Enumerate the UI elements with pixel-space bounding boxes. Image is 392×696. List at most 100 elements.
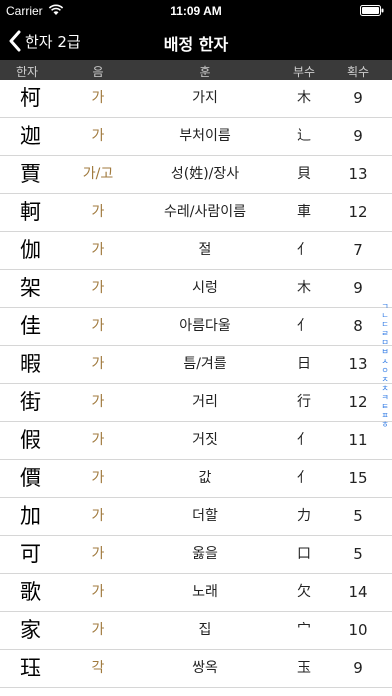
cell-busu: 欠 — [297, 584, 311, 600]
cell-hun: 성(姓)/장사 — [170, 166, 240, 182]
cell-busu: 亻 — [297, 432, 311, 448]
cell-busu: 玉 — [297, 660, 311, 676]
cell-hun: 집 — [198, 622, 212, 638]
cell-busu: 亻 — [297, 318, 311, 334]
status-bar: Carrier 11:09 AM — [0, 0, 392, 22]
cell-hanja: 假 — [20, 428, 41, 452]
cell-hanja: 佳 — [20, 314, 41, 338]
cell-hun: 수레/사람이름 — [164, 204, 246, 220]
cell-eum: 가 — [91, 242, 105, 258]
hanja-list: 柯 가 가지 木 9 迦 가 부처이름 辶 9 賈 가/고 성(姓)/장사 貝 13 軻 가 수레/사람이름 車 12… — [0, 80, 392, 688]
table-row[interactable]: 家 가 집 宀 10 — [0, 612, 392, 650]
cell-hoek: 9 — [353, 127, 363, 145]
cell-hoek: 14 — [348, 583, 368, 601]
cell-eum: 가 — [91, 128, 105, 144]
cell-hoek: 12 — [348, 203, 368, 221]
cell-hanja: 街 — [20, 390, 41, 414]
cell-hoek: 10 — [348, 621, 368, 639]
cell-eum: 가 — [91, 318, 105, 334]
index-letter[interactable]: ㅊ — [381, 384, 388, 393]
cell-eum: 가 — [91, 90, 105, 106]
header-hanja: 한자 — [15, 65, 39, 79]
cell-hoek: 11 — [348, 431, 368, 449]
cell-hun: 더할 — [192, 508, 218, 524]
index-letter[interactable]: ㅋ — [381, 393, 388, 402]
header-hun: 훈 — [199, 65, 211, 79]
table-row[interactable]: 架 가 시렁 木 9 — [0, 270, 392, 308]
table-row[interactable]: 珏 각 쌍옥 玉 9 — [0, 650, 392, 688]
cell-eum: 각 — [91, 660, 105, 676]
table-row[interactable]: 賈 가/고 성(姓)/장사 貝 13 — [0, 156, 392, 194]
header-hoek: 획수 — [346, 65, 370, 79]
table-row[interactable]: 迦 가 부처이름 辶 9 — [0, 118, 392, 156]
section-index-bar[interactable]: ㄱㄴㄷㄹㅁㅂㅅㅇㅈㅊㅋㅌㅍㅎ — [379, 302, 391, 429]
cell-hoek: 9 — [353, 659, 363, 677]
header-busu: 부수 — [292, 65, 316, 79]
table-row[interactable]: 暇 가 틈/겨를 日 13 — [0, 346, 392, 384]
table-row[interactable]: 柯 가 가지 木 9 — [0, 80, 392, 118]
cell-hoek: 13 — [348, 165, 368, 183]
cell-eum: 가 — [91, 432, 105, 448]
cell-hun: 값 — [198, 470, 212, 486]
cell-hanja: 架 — [20, 276, 41, 300]
table-row[interactable]: 歌 가 노래 欠 14 — [0, 574, 392, 612]
index-letter[interactable]: ㅌ — [381, 402, 388, 411]
table-row[interactable]: 加 가 더할 力 5 — [0, 498, 392, 536]
cell-busu: 亻 — [297, 470, 311, 486]
cell-hoek: 13 — [348, 355, 368, 373]
table-row[interactable]: 街 가 거리 行 12 — [0, 384, 392, 422]
cell-hanja: 暇 — [20, 352, 41, 376]
index-letter[interactable]: ㅈ — [381, 375, 388, 384]
table-row[interactable]: 佳 가 아름다울 亻 8 — [0, 308, 392, 346]
cell-eum: 가 — [91, 356, 105, 372]
cell-eum: 가 — [91, 470, 105, 486]
cell-hanja: 家 — [20, 618, 41, 642]
cell-busu: 辶 — [297, 128, 311, 144]
cell-eum: 가 — [91, 584, 105, 600]
clock: 11:09 AM — [170, 4, 222, 18]
cell-hanja: 賈 — [20, 162, 41, 186]
cell-busu: 亻 — [297, 242, 311, 258]
cell-busu: 宀 — [297, 622, 311, 638]
cell-eum: 가/고 — [82, 166, 114, 182]
index-letter[interactable]: ㅍ — [381, 411, 388, 420]
index-letter[interactable]: ㄷ — [381, 320, 388, 329]
cell-eum: 가 — [91, 622, 105, 638]
cell-eum: 가 — [91, 546, 105, 562]
cell-hun: 옳을 — [192, 546, 218, 562]
cell-hun: 틈/겨를 — [183, 356, 227, 372]
index-letter[interactable]: ㅅ — [381, 357, 388, 366]
cell-eum: 가 — [91, 394, 105, 410]
cell-busu: 木 — [297, 90, 311, 106]
index-letter[interactable]: ㄴ — [381, 311, 388, 320]
index-letter[interactable]: ㅁ — [381, 338, 388, 347]
cell-hanja: 歌 — [20, 580, 41, 604]
table-row[interactable]: 可 가 옳을 口 5 — [0, 536, 392, 574]
cell-hun: 아름다울 — [179, 318, 231, 334]
index-letter[interactable]: ㅎ — [381, 420, 388, 429]
table-row[interactable]: 假 가 거짓 亻 11 — [0, 422, 392, 460]
cell-eum: 가 — [91, 204, 105, 220]
index-letter[interactable]: ㄱ — [381, 302, 388, 311]
cell-busu: 貝 — [297, 166, 311, 182]
cell-hoek: 9 — [353, 89, 363, 107]
cell-hoek: 7 — [353, 241, 363, 259]
cell-busu: 日 — [297, 356, 311, 372]
index-letter[interactable]: ㄹ — [381, 329, 388, 338]
cell-hun: 부처이름 — [179, 128, 231, 144]
cell-hoek: 5 — [353, 507, 363, 525]
cell-hun: 절 — [198, 242, 212, 258]
index-letter[interactable]: ㅇ — [381, 366, 388, 375]
header-eum: 음 — [92, 65, 104, 79]
table-row[interactable]: 伽 가 절 亻 7 — [0, 232, 392, 270]
cell-busu: 力 — [297, 508, 311, 524]
cell-hanja: 加 — [20, 504, 41, 528]
cell-hanja: 價 — [20, 466, 41, 490]
cell-hun: 거짓 — [192, 432, 218, 448]
cell-busu: 行 — [297, 394, 311, 410]
table-row[interactable]: 價 가 값 亻 15 — [0, 460, 392, 498]
table-row[interactable]: 軻 가 수레/사람이름 車 12 — [0, 194, 392, 232]
cell-hanja: 伽 — [20, 238, 41, 262]
cell-hoek: 8 — [353, 317, 363, 335]
index-letter[interactable]: ㅂ — [381, 347, 388, 356]
